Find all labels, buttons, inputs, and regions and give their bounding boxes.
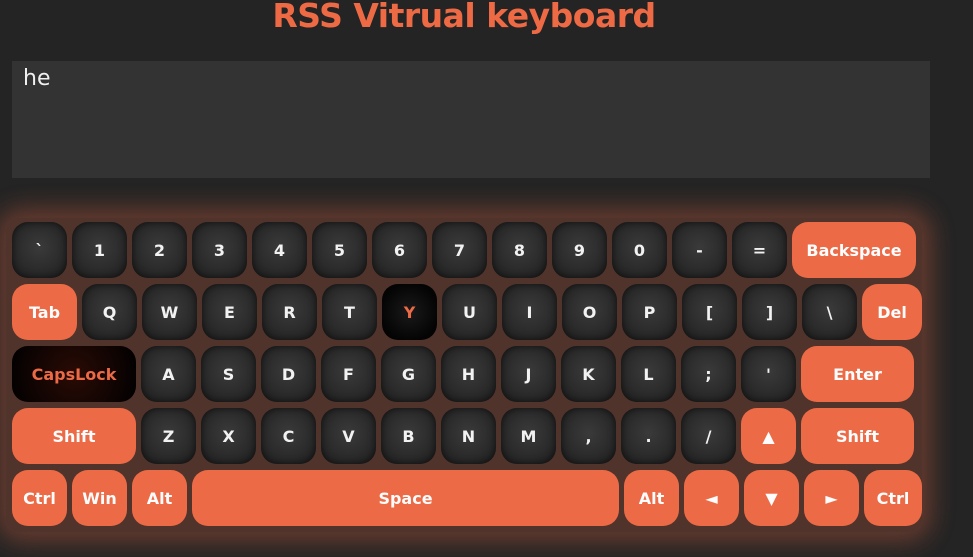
text-output-area[interactable]: he xyxy=(12,61,930,178)
key-equals[interactable]: = xyxy=(732,222,787,278)
key-o[interactable]: O xyxy=(562,284,617,340)
key-r[interactable]: R xyxy=(262,284,317,340)
key-space[interactable]: Space xyxy=(192,470,619,526)
key-shift-right[interactable]: Shift xyxy=(801,408,914,464)
keyboard-row-5: Ctrl Win Alt Space Alt ◄ ▼ ► Ctrl xyxy=(12,470,922,526)
key-9[interactable]: 9 xyxy=(552,222,607,278)
key-right-bracket[interactable]: ] xyxy=(742,284,797,340)
key-t[interactable]: T xyxy=(322,284,377,340)
key-1[interactable]: 1 xyxy=(72,222,127,278)
key-p[interactable]: P xyxy=(622,284,677,340)
key-backslash[interactable]: \ xyxy=(802,284,857,340)
key-del[interactable]: Del xyxy=(862,284,922,340)
key-a[interactable]: A xyxy=(141,346,196,402)
key-g[interactable]: G xyxy=(381,346,436,402)
key-s[interactable]: S xyxy=(201,346,256,402)
key-comma[interactable]: , xyxy=(561,408,616,464)
key-y[interactable]: Y xyxy=(382,284,437,340)
key-arrow-up[interactable]: ▲ xyxy=(741,408,796,464)
key-quote[interactable]: ' xyxy=(741,346,796,402)
key-v[interactable]: V xyxy=(321,408,376,464)
key-d[interactable]: D xyxy=(261,346,316,402)
key-e[interactable]: E xyxy=(202,284,257,340)
key-shift-left[interactable]: Shift xyxy=(12,408,136,464)
key-win[interactable]: Win xyxy=(72,470,127,526)
key-6[interactable]: 6 xyxy=(372,222,427,278)
key-n[interactable]: N xyxy=(441,408,496,464)
key-7[interactable]: 7 xyxy=(432,222,487,278)
keyboard-row-4: Shift Z X C V B N M,. / ▲ Shift xyxy=(12,408,914,464)
key-z[interactable]: Z xyxy=(141,408,196,464)
key-ctrl-left[interactable]: Ctrl xyxy=(12,470,67,526)
key-left-bracket[interactable]: [ xyxy=(682,284,737,340)
key-4[interactable]: 4 xyxy=(252,222,307,278)
key-period[interactable]: . xyxy=(621,408,676,464)
key-3[interactable]: 3 xyxy=(192,222,247,278)
key-q[interactable]: Q xyxy=(82,284,137,340)
key-f[interactable]: F xyxy=(321,346,376,402)
key-backtick[interactable]: ` xyxy=(12,222,67,278)
key-ctrl-right[interactable]: Ctrl xyxy=(864,470,922,526)
key-slash[interactable]: / xyxy=(681,408,736,464)
key-semicolon[interactable]: ; xyxy=(681,346,736,402)
key-arrow-right[interactable]: ► xyxy=(804,470,859,526)
key-h[interactable]: H xyxy=(441,346,496,402)
key-backspace[interactable]: Backspace xyxy=(792,222,916,278)
page-title: RSS Vitrual keyboard xyxy=(272,0,656,35)
keyboard-row-1: ` 1 2 3 4 5 6 7 8 9 0- = Backspace xyxy=(12,222,916,278)
page: RSS Vitrual keyboard he ` 1 2 3 4 5 6 7 8 9 0- = Bac… xyxy=(0,0,973,557)
key-capslock[interactable]: CapsLock xyxy=(12,346,136,402)
key-5[interactable]: 5 xyxy=(312,222,367,278)
key-arrow-down[interactable]: ▼ xyxy=(744,470,799,526)
key-0[interactable]: 0 xyxy=(612,222,667,278)
key-k[interactable]: K xyxy=(561,346,616,402)
key-j[interactable]: J xyxy=(501,346,556,402)
keyboard-row-3: CapsLock A S D F G H J K L; ' Enter xyxy=(12,346,914,402)
key-enter[interactable]: Enter xyxy=(801,346,914,402)
key-8[interactable]: 8 xyxy=(492,222,547,278)
key-c[interactable]: C xyxy=(261,408,316,464)
keyboard-row-2: Tab Q W E R T Y U I O P[] \ Del xyxy=(12,284,922,340)
key-2[interactable]: 2 xyxy=(132,222,187,278)
key-m[interactable]: M xyxy=(501,408,556,464)
key-alt-right[interactable]: Alt xyxy=(624,470,679,526)
key-u[interactable]: U xyxy=(442,284,497,340)
key-b[interactable]: B xyxy=(381,408,436,464)
key-tab[interactable]: Tab xyxy=(12,284,77,340)
key-l[interactable]: L xyxy=(621,346,676,402)
key-x[interactable]: X xyxy=(201,408,256,464)
key-alt-left[interactable]: Alt xyxy=(132,470,187,526)
key-minus[interactable]: - xyxy=(672,222,727,278)
key-arrow-left[interactable]: ◄ xyxy=(684,470,739,526)
key-i[interactable]: I xyxy=(502,284,557,340)
key-w[interactable]: W xyxy=(142,284,197,340)
